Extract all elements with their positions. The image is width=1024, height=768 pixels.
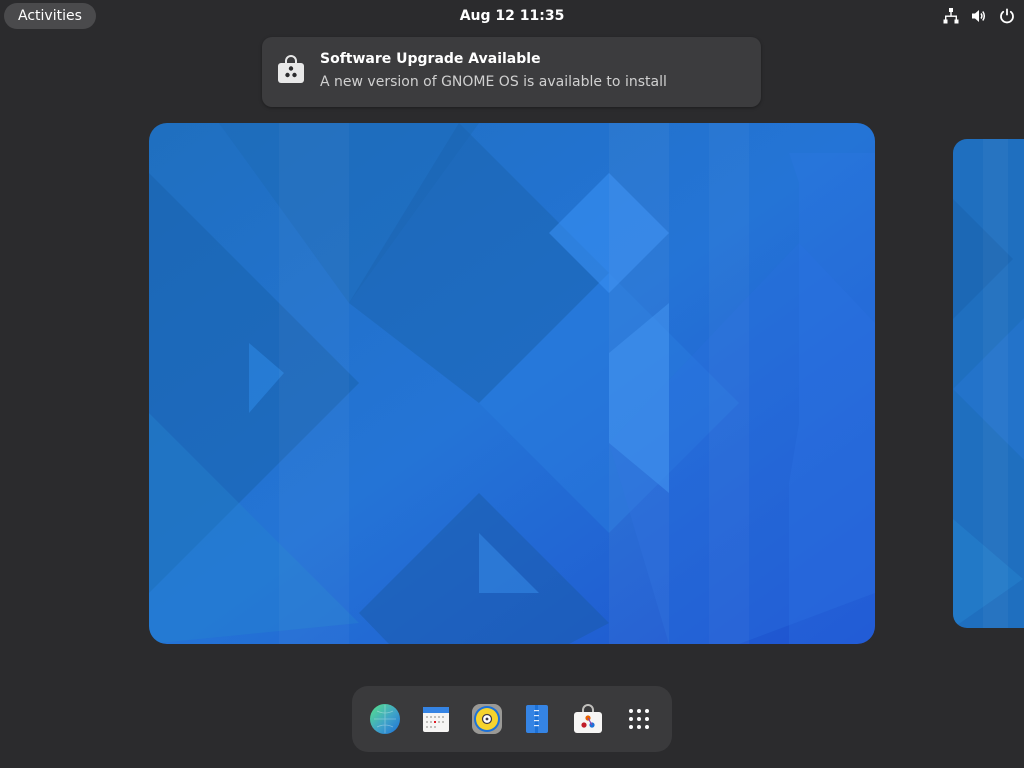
dash-app-software[interactable] (566, 697, 610, 741)
app-grid-icon (628, 709, 649, 729)
activities-button[interactable]: Activities (4, 3, 96, 29)
dash-app-text-editor[interactable] (515, 697, 559, 741)
power-icon (1000, 8, 1014, 24)
notification-banner[interactable]: Software Upgrade Available A new version… (262, 37, 761, 107)
show-apps-button[interactable] (617, 697, 661, 741)
top-bar: Activities Aug 12 11:35 (0, 0, 1024, 32)
music-player-icon (471, 704, 502, 734)
notification-title: Software Upgrade Available (320, 51, 541, 67)
wallpaper (953, 139, 1024, 628)
dash-app-web[interactable] (363, 697, 407, 741)
wallpaper (149, 123, 875, 644)
software-store-icon (573, 704, 602, 733)
volume-icon (972, 10, 986, 22)
network-wired-icon (943, 8, 959, 24)
workspace-next[interactable] (953, 139, 1024, 628)
clock-container: Aug 12 11:35 (0, 0, 1024, 32)
dash-app-calendar[interactable] (414, 697, 458, 741)
workspace-current[interactable] (149, 123, 875, 644)
web-browser-icon (370, 704, 401, 734)
calendar-icon (422, 707, 449, 732)
system-status-menu[interactable] (942, 4, 1016, 28)
dash (352, 686, 672, 752)
software-store-icon (276, 55, 306, 85)
dash-app-rhythmbox[interactable] (465, 697, 509, 741)
date-time-menu[interactable]: Aug 12 11:35 (460, 8, 565, 24)
desktop: Activities Aug 12 11:35 Software Upgrade… (0, 0, 1024, 768)
notification-body: A new version of GNOME OS is available t… (320, 74, 667, 90)
text-editor-icon (526, 705, 549, 733)
